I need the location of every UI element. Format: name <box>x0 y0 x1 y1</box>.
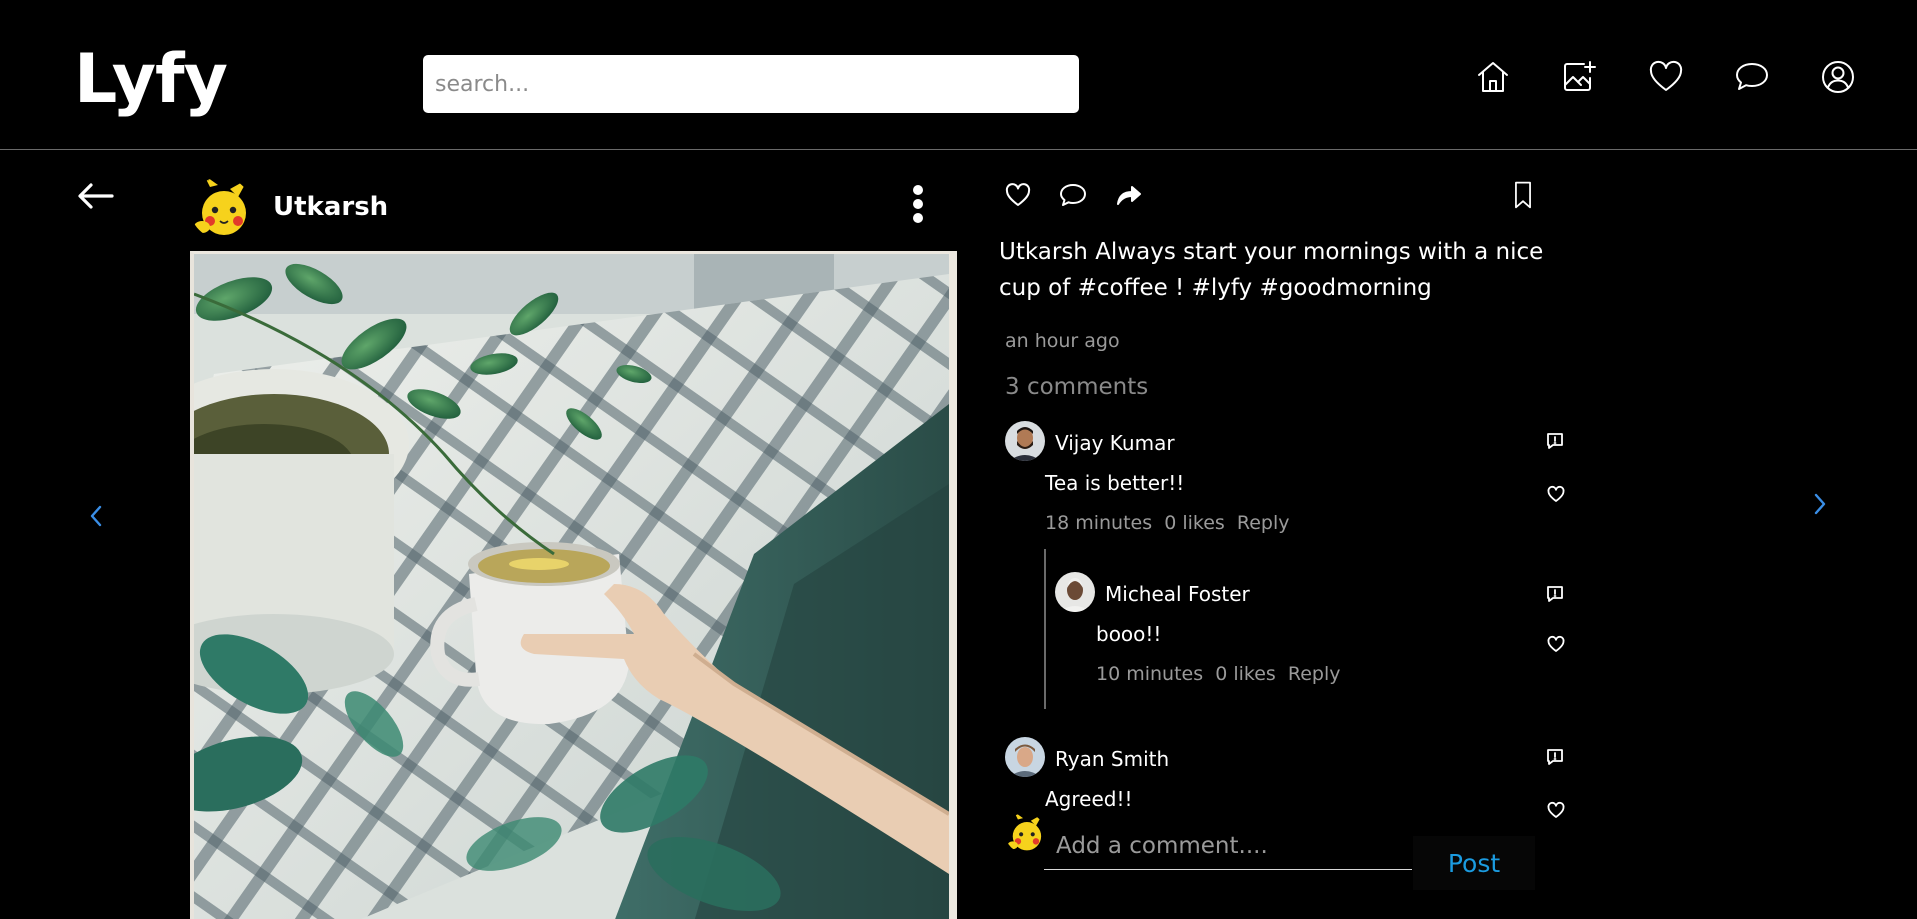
post-author-avatar[interactable] <box>190 177 252 239</box>
like-comment-heart-icon[interactable] <box>1546 634 1566 654</box>
post-caption: Utkarsh Always start your mornings with … <box>999 239 1544 301</box>
commenter-name[interactable]: Micheal Foster <box>1105 582 1250 606</box>
reply-link[interactable]: Reply <box>1288 663 1341 685</box>
comment-meta: 18 minutes 0 likes Reply <box>1045 512 1295 534</box>
chat-icon[interactable] <box>1733 58 1771 96</box>
comment-age: 10 minutes <box>1096 663 1204 685</box>
like-heart-icon[interactable] <box>1003 180 1033 210</box>
commenter-name[interactable]: Vijay Kumar <box>1055 431 1175 455</box>
current-user-avatar <box>1005 813 1045 853</box>
post-image <box>190 251 957 919</box>
app-logo[interactable]: Lyfy <box>74 40 228 120</box>
search-input[interactable] <box>423 55 1079 113</box>
post-time: an hour ago <box>1005 330 1120 352</box>
profile-icon[interactable] <box>1819 58 1857 96</box>
comment-likes[interactable]: 0 likes <box>1215 663 1276 685</box>
bookmark-icon[interactable] <box>1508 180 1538 214</box>
comment-text: Tea is better!! <box>1045 471 1185 495</box>
next-post-chevron-icon[interactable] <box>1808 489 1832 519</box>
post-author-name[interactable]: Utkarsh <box>273 192 388 222</box>
more-options-icon[interactable] <box>906 182 930 228</box>
post-comment-button[interactable]: Post <box>1413 836 1535 890</box>
comment-likes[interactable]: 0 likes <box>1164 512 1225 534</box>
report-comment-icon[interactable] <box>1545 431 1565 451</box>
comments-count[interactable]: 3 comments <box>1005 374 1148 400</box>
comment-text: booo!! <box>1096 622 1162 646</box>
top-bar: Lyfy <box>0 0 1917 150</box>
reply-link[interactable]: Reply <box>1237 512 1290 534</box>
report-comment-icon[interactable] <box>1545 747 1565 767</box>
share-arrow-icon[interactable] <box>1113 180 1143 210</box>
reply-thread-line <box>1044 549 1046 709</box>
comment-age: 18 minutes <box>1045 512 1153 534</box>
commenter-name[interactable]: Ryan Smith <box>1055 747 1169 771</box>
comment-bubble-icon[interactable] <box>1058 180 1088 210</box>
like-comment-heart-icon[interactable] <box>1546 800 1566 820</box>
home-icon[interactable] <box>1474 58 1512 96</box>
commenter-avatar[interactable] <box>1005 421 1045 461</box>
add-comment-input[interactable] <box>1044 822 1412 870</box>
commenter-avatar[interactable] <box>1005 737 1045 777</box>
like-comment-heart-icon[interactable] <box>1546 484 1566 504</box>
back-arrow-icon[interactable] <box>76 180 116 212</box>
report-comment-icon[interactable] <box>1545 584 1565 604</box>
previous-post-chevron-icon[interactable] <box>84 501 108 531</box>
comment-meta: 10 minutes 0 likes Reply <box>1096 663 1346 685</box>
comment-text: Agreed!! <box>1045 787 1133 811</box>
commenter-avatar[interactable] <box>1055 572 1095 612</box>
add-image-icon[interactable] <box>1560 58 1598 96</box>
heart-icon[interactable] <box>1647 58 1685 96</box>
